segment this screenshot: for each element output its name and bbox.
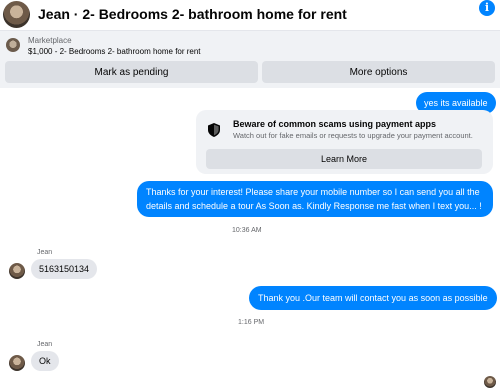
marketplace-banner: Marketplace $1,000 - 2- Bedrooms 2- bath… [0,30,500,88]
listing-title[interactable]: $1,000 - 2- Bedrooms 2- bathroom home fo… [28,47,201,56]
scam-warning-description: Watch out for fake emails or requests to… [233,131,473,140]
incoming-message[interactable]: Ok [31,351,59,371]
message-timestamp: 1:16 PM [238,319,265,326]
more-options-button[interactable]: More options [262,61,495,83]
learn-more-button[interactable]: Learn More [206,149,482,169]
shield-icon [208,123,220,137]
scam-warning-card: Beware of common scams using payment app… [196,110,493,174]
scam-warning-heading: Beware of common scams using payment app… [233,119,437,129]
incoming-message[interactable]: 5163150134 [31,259,98,279]
marketplace-label: Marketplace [28,36,72,45]
sender-name: Jean [37,249,53,256]
conversation-header: Jean · 2- Bedrooms 2- bathroom home for … [0,0,500,30]
avatar[interactable] [9,263,25,279]
outgoing-message[interactable]: Thank you .Our team will contact you as … [249,286,497,310]
listing-thumbnail[interactable] [6,38,20,52]
avatar[interactable] [9,355,25,371]
sender-name: Jean [37,341,53,348]
outgoing-message[interactable]: Thanks for your interest! Please share y… [137,181,493,217]
read-receipt-avatar [484,376,496,388]
messenger-conversation: Jean · 2- Bedrooms 2- bathroom home for … [0,0,500,390]
info-icon[interactable]: i [479,0,495,16]
conversation-title[interactable]: Jean · 2- Bedrooms 2- bathroom home for … [38,6,347,22]
mark-as-pending-button[interactable]: Mark as pending [5,61,258,83]
avatar[interactable] [3,1,30,28]
message-timestamp: 10:36 AM [232,227,262,234]
